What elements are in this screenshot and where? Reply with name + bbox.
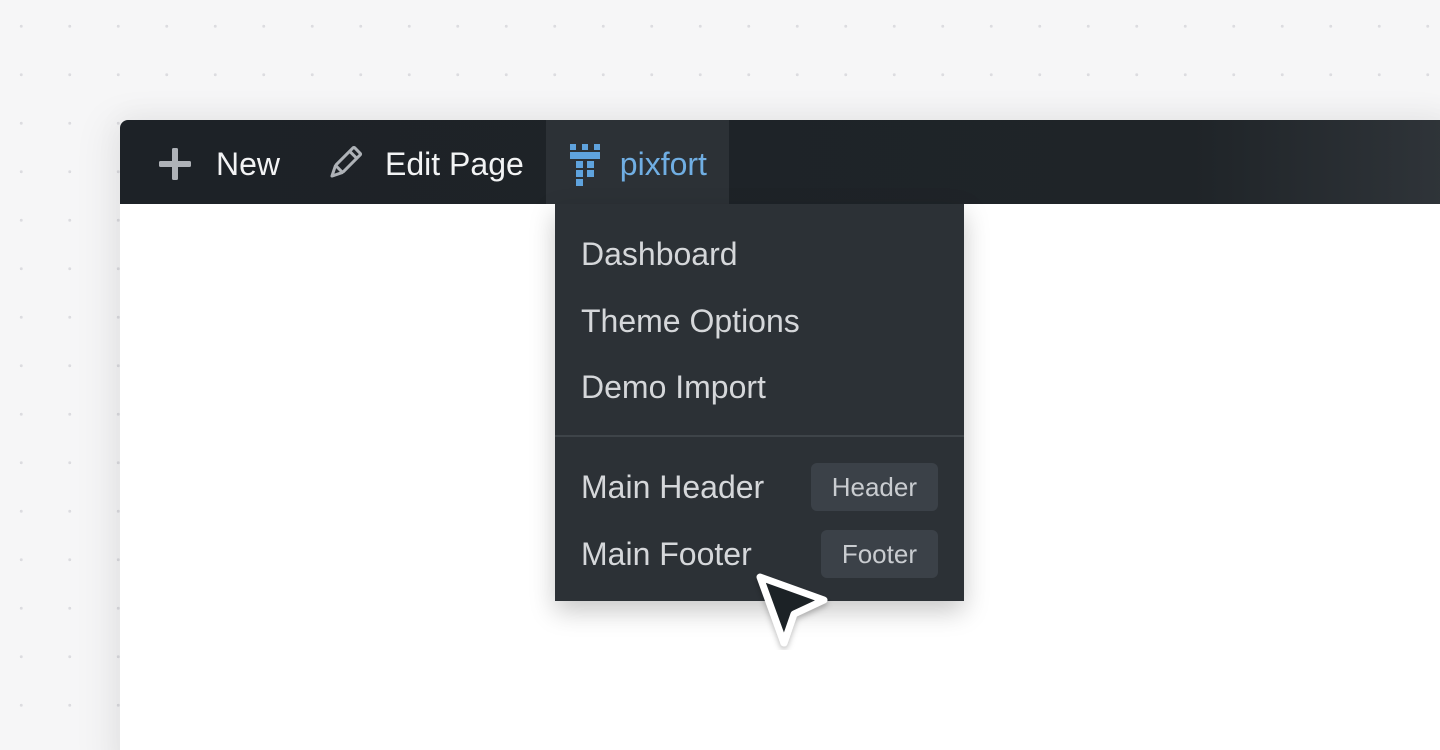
main-header-label: Main Header [581, 468, 765, 505]
header-tag-badge: Header [810, 463, 938, 511]
new-button[interactable]: New [120, 120, 325, 204]
plus-icon [158, 147, 192, 181]
pixfort-dropdown-menu: Dashboard Theme Options Demo Import Main… [555, 204, 964, 601]
menu-divider [555, 435, 964, 437]
menu-item-dashboard[interactable]: Dashboard [581, 234, 738, 274]
pixfort-castle-icon [568, 142, 602, 186]
footer-tag-badge: Footer [820, 530, 938, 578]
pixfort-menu-button[interactable]: pixfort [545, 120, 729, 204]
pixfort-label: pixfort [619, 145, 707, 182]
edit-page-label: Edit Page [385, 145, 524, 182]
menu-item-theme-options[interactable]: Theme Options [581, 301, 800, 341]
menu-item-demo-import[interactable]: Demo Import [581, 367, 766, 407]
menu-item-main-header[interactable]: Main Header Header [581, 463, 938, 511]
new-label: New [216, 145, 281, 182]
mouse-pointer-icon [751, 566, 835, 650]
edit-page-button[interactable]: Edit Page [325, 120, 546, 204]
admin-bar: New Edit Page pixfort [120, 120, 1440, 204]
main-footer-label: Main Footer [581, 535, 752, 572]
pencil-icon [325, 145, 363, 183]
